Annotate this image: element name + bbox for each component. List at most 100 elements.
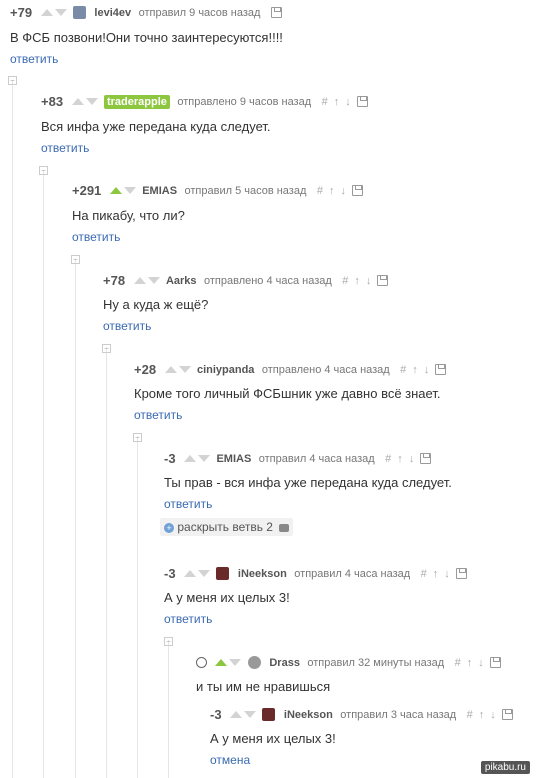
vote-arrows[interactable] (40, 4, 69, 22)
reply-link[interactable]: ответить (134, 408, 182, 422)
arrow-up-icon[interactable]: ↑ (479, 709, 485, 721)
reply-link[interactable]: ответить (164, 612, 212, 626)
upvote-icon[interactable] (215, 659, 228, 667)
arrow-up-icon[interactable]: ↑ (334, 96, 340, 108)
downvote-icon[interactable] (229, 659, 242, 667)
hash-icon[interactable]: # (455, 657, 461, 669)
reply-link[interactable]: ответить (10, 52, 58, 66)
save-icon[interactable] (351, 185, 363, 197)
comment-header: +79 levi4ev отправил 9 часов назад (10, 4, 288, 22)
username[interactable]: levi4ev (94, 7, 131, 19)
comment-rating: +291 (72, 183, 102, 198)
expand-branch-label: раскрыть ветвь 2 (177, 520, 273, 534)
save-icon[interactable] (377, 275, 389, 287)
username[interactable]: iNeekson (238, 568, 287, 580)
username[interactable]: EMIAS (142, 185, 177, 197)
save-icon[interactable] (435, 364, 447, 376)
arrow-down-icon[interactable]: ↓ (340, 185, 346, 197)
comment-rating: +79 (10, 5, 33, 20)
collapse-icon[interactable]: − (8, 76, 17, 85)
vote-arrows[interactable] (215, 654, 243, 672)
username[interactable]: ciniypanda (197, 364, 254, 376)
hash-icon[interactable]: # (385, 453, 391, 465)
arrow-down-icon[interactable]: ↓ (478, 657, 484, 669)
comment-text: и ты им не нравишься (196, 679, 331, 694)
cancel-link[interactable]: отмена (210, 753, 250, 767)
arrow-up-icon[interactable]: ↑ (412, 364, 418, 376)
comment-text: А у меня их целых 3! (210, 731, 336, 746)
arrow-down-icon[interactable]: ↓ (490, 709, 496, 721)
save-icon[interactable] (356, 96, 368, 108)
downvote-icon[interactable] (198, 455, 211, 463)
comment-rating: +83 (41, 94, 64, 109)
username[interactable]: traderapple (103, 94, 170, 109)
upvote-icon[interactable] (40, 9, 53, 17)
comment-time: отправил 3 часа назад (340, 708, 457, 721)
arrow-down-icon[interactable]: ↓ (409, 453, 415, 465)
downvote-icon[interactable] (123, 187, 136, 195)
upvote-icon[interactable] (184, 570, 197, 578)
arrow-down-icon[interactable]: ↓ (424, 364, 430, 376)
save-icon[interactable] (455, 568, 467, 580)
comment-text: Кроме того личный ФСБшник уже давно всё … (134, 386, 441, 401)
username[interactable]: Drass (269, 657, 300, 669)
vote-arrows[interactable] (71, 93, 100, 111)
downvote-icon[interactable] (178, 366, 191, 374)
vote-arrows[interactable] (109, 182, 138, 200)
comment-time: отправил 4 часа назад (294, 567, 411, 580)
upvote-icon[interactable] (230, 711, 243, 719)
vote-arrows[interactable] (184, 450, 212, 468)
comment-text: На пикабу, что ли? (72, 208, 185, 223)
collapse-icon[interactable]: − (39, 166, 48, 175)
downvote-icon[interactable] (54, 9, 67, 17)
upvote-icon[interactable] (109, 187, 122, 195)
downvote-icon[interactable] (244, 711, 257, 719)
vote-arrows[interactable] (184, 565, 212, 583)
reply-link[interactable]: ответить (72, 230, 120, 244)
hash-icon[interactable]: # (322, 96, 328, 108)
arrow-up-icon[interactable]: ↑ (329, 185, 335, 197)
arrow-down-icon[interactable]: ↓ (444, 568, 450, 580)
save-icon[interactable] (489, 657, 501, 669)
arrow-down-icon[interactable]: ↓ (366, 275, 372, 287)
reply-link[interactable]: ответить (103, 319, 151, 333)
avatar (216, 567, 230, 581)
upvote-icon[interactable] (164, 366, 177, 374)
upvote-icon[interactable] (133, 277, 146, 285)
hash-icon[interactable]: # (400, 364, 406, 376)
upvote-icon[interactable] (71, 98, 84, 106)
hash-icon[interactable]: # (421, 568, 427, 580)
vote-arrows[interactable] (133, 272, 162, 290)
collapse-icon[interactable]: − (133, 433, 142, 442)
reply-link[interactable]: ответить (164, 497, 212, 511)
comment-tools: # ↑ ↓ (421, 568, 473, 580)
username[interactable]: Aarks (166, 275, 197, 287)
arrow-up-icon[interactable]: ↑ (397, 453, 403, 465)
save-icon[interactable] (420, 453, 432, 465)
collapse-icon[interactable]: − (102, 344, 111, 353)
hash-icon[interactable]: # (317, 185, 323, 197)
downvote-icon[interactable] (147, 277, 160, 285)
collapse-icon[interactable]: − (164, 637, 173, 646)
hash-icon[interactable]: # (467, 709, 473, 721)
downvote-icon[interactable] (198, 570, 211, 578)
comment-time: отправил 9 часов назад (138, 6, 261, 19)
avatar (262, 708, 276, 722)
collapse-icon[interactable]: − (71, 255, 80, 264)
arrow-up-icon[interactable]: ↑ (354, 275, 360, 287)
hash-icon[interactable]: # (342, 275, 348, 287)
expand-branch-button[interactable]: + раскрыть ветвь 2 (160, 518, 294, 536)
username[interactable]: EMIAS (216, 453, 251, 465)
vote-arrows[interactable] (164, 361, 193, 379)
username[interactable]: iNeekson (284, 709, 333, 721)
upvote-icon[interactable] (184, 455, 197, 463)
save-icon[interactable] (501, 709, 513, 721)
comment-time: отправлено 4 часа назад (204, 274, 332, 287)
downvote-icon[interactable] (85, 98, 98, 106)
reply-link[interactable]: ответить (41, 141, 89, 155)
arrow-down-icon[interactable]: ↓ (345, 96, 351, 108)
arrow-up-icon[interactable]: ↑ (433, 568, 439, 580)
arrow-up-icon[interactable]: ↑ (467, 657, 473, 669)
vote-arrows[interactable] (230, 706, 258, 724)
save-icon[interactable] (270, 7, 282, 19)
